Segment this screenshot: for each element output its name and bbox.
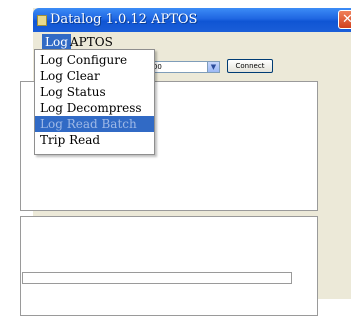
menu-item-log-configure[interactable]: Log Configure bbox=[35, 52, 154, 68]
window-title: Datalog 1.0.12 APTOS bbox=[50, 12, 198, 27]
status-field bbox=[22, 272, 292, 284]
menu-aptos[interactable]: APTOS bbox=[67, 34, 116, 50]
output-panel-bottom[interactable] bbox=[20, 216, 318, 316]
menu-item-log-status[interactable]: Log Status bbox=[35, 84, 154, 100]
app-icon bbox=[37, 15, 47, 26]
menu-item-log-clear[interactable]: Log Clear bbox=[35, 68, 154, 84]
chevron-down-icon[interactable]: ▼ bbox=[207, 62, 219, 72]
close-icon: ✕ bbox=[342, 12, 351, 27]
menu-item-log-decompress[interactable]: Log Decompress bbox=[35, 100, 154, 116]
close-button[interactable]: ✕ bbox=[338, 10, 351, 29]
connect-button[interactable]: Connect bbox=[227, 59, 273, 73]
title-bar[interactable]: Datalog 1.0.12 APTOS ✕ bbox=[33, 8, 351, 32]
menu-item-trip-read[interactable]: Trip Read bbox=[35, 132, 154, 148]
log-menu-dropdown: Log Configure Log Clear Log Status Log D… bbox=[34, 49, 155, 155]
menu-item-log-read-batch[interactable]: Log Read Batch bbox=[35, 116, 154, 132]
